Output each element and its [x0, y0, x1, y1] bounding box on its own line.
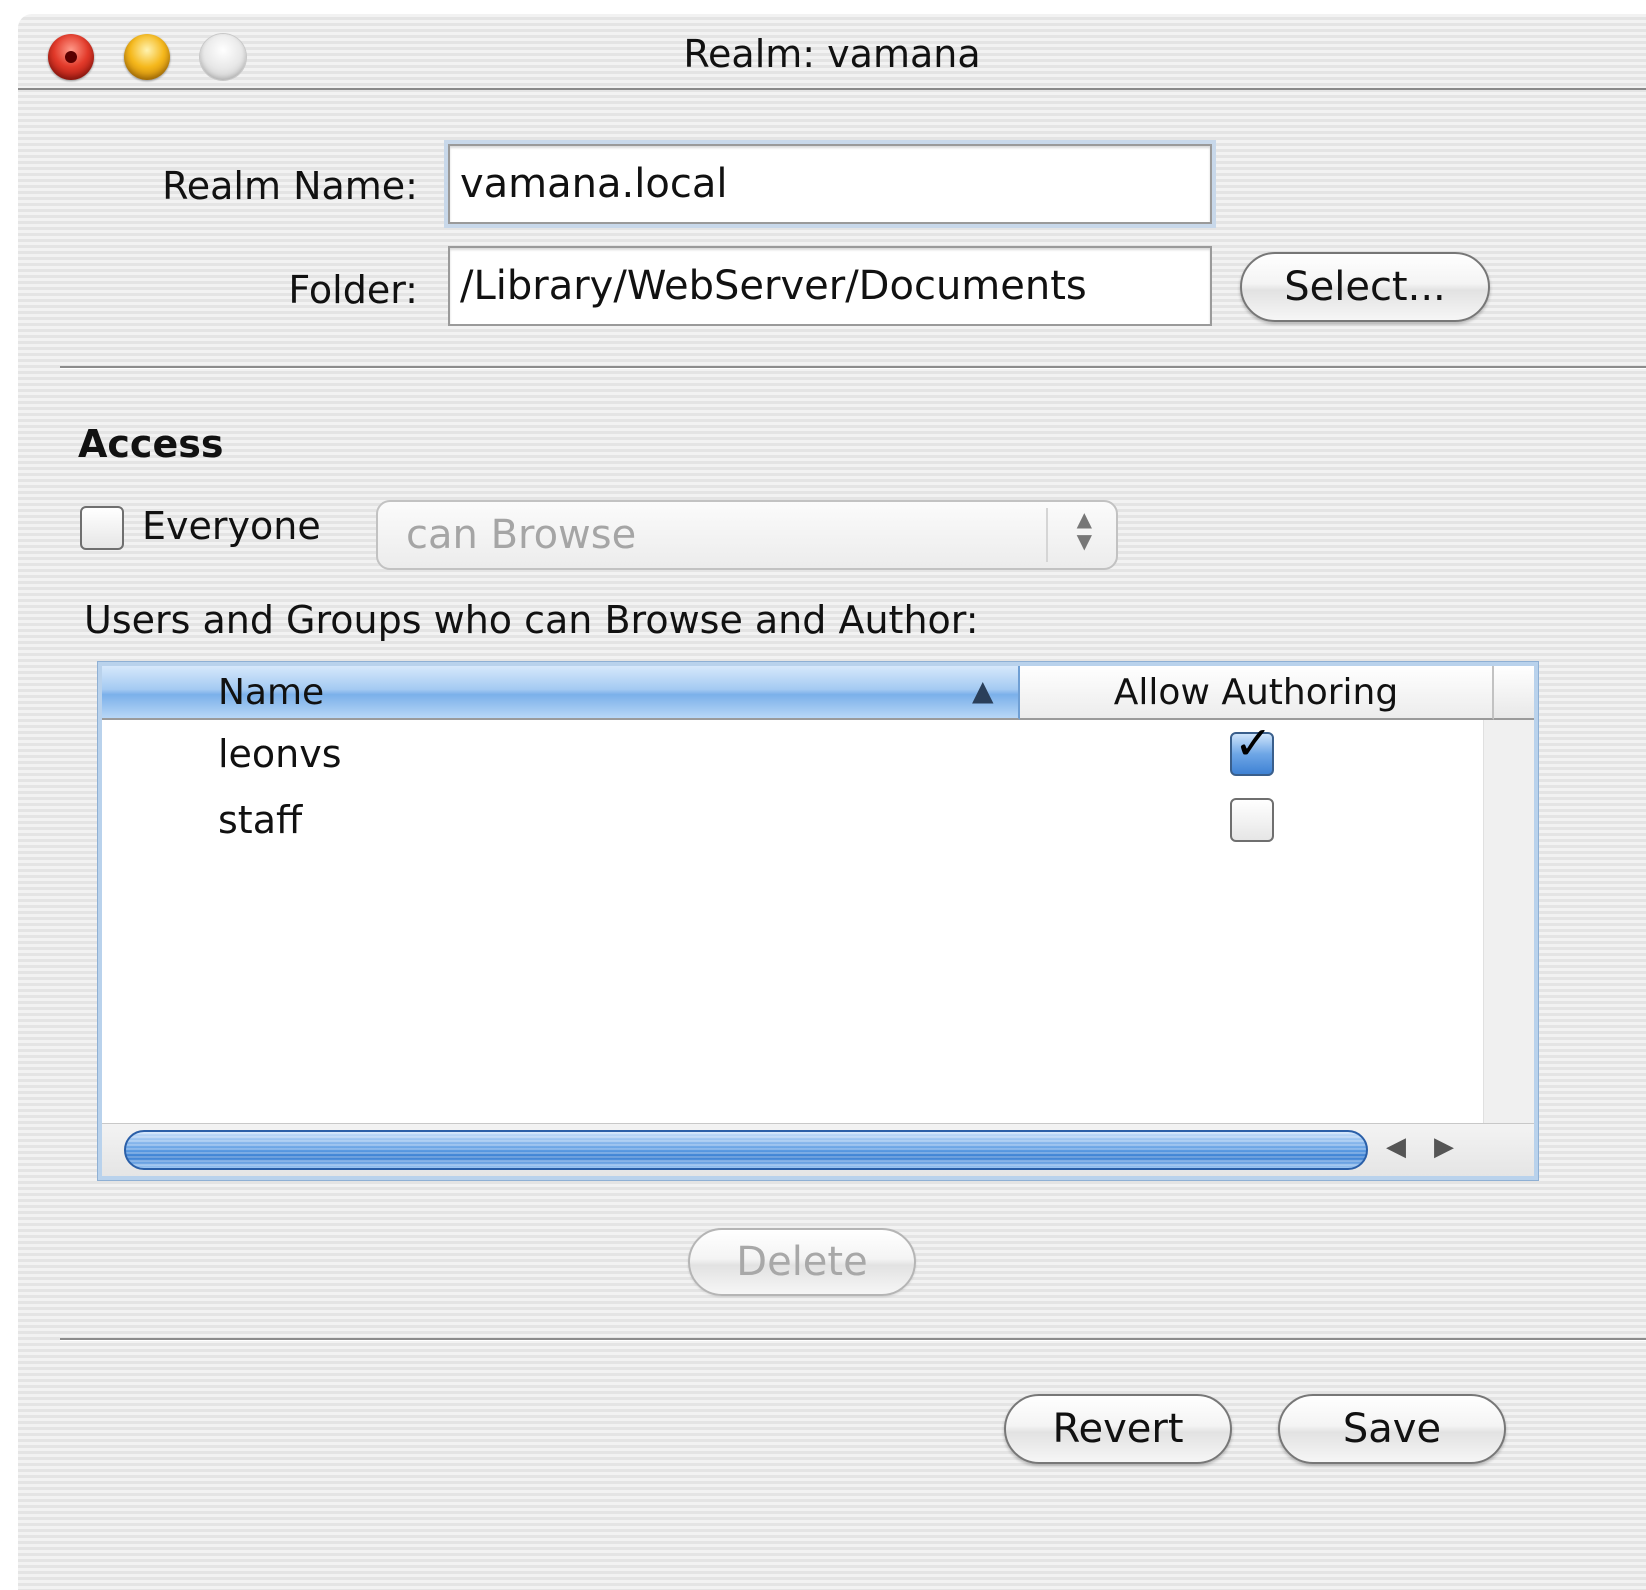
realm-name-label: Realm Name: [162, 164, 418, 208]
allow-authoring-checkbox[interactable]: ✓ [1230, 720, 1274, 776]
header-corner [1494, 666, 1534, 720]
folder-label: Folder: [288, 268, 418, 312]
row-name: staff [218, 798, 303, 842]
everyone-checkbox[interactable] [80, 506, 124, 550]
title-bar[interactable]: Realm: vamana [18, 14, 1646, 90]
realm-name-field[interactable]: vamana.local [444, 140, 1216, 228]
scroll-right-icon[interactable]: ▶ [1434, 1132, 1454, 1162]
row-name: leonvs [218, 732, 342, 776]
everyone-label: Everyone [142, 504, 321, 548]
select-folder-button[interactable]: Select... [1240, 252, 1490, 322]
revert-button[interactable]: Revert [1004, 1394, 1232, 1464]
save-button[interactable]: Save [1278, 1394, 1506, 1464]
permission-popup[interactable]: can Browse ▲ ▼ [376, 500, 1118, 570]
allow-authoring-checkbox[interactable] [1230, 798, 1274, 842]
column-header-allow-authoring[interactable]: Allow Authoring [1020, 666, 1494, 720]
vertical-scroll-track [1483, 720, 1534, 1124]
column-header-name[interactable]: Name [102, 666, 1020, 720]
users-caption: Users and Groups who can Browse and Auth… [84, 598, 979, 642]
delete-button[interactable]: Delete [688, 1228, 916, 1296]
up-down-arrows-icon: ▲ ▼ [1076, 507, 1092, 553]
folder-field[interactable]: /Library/WebServer/Documents [448, 246, 1212, 326]
horizontal-scroll-thumb[interactable] [124, 1130, 1368, 1170]
horizontal-scrollbar[interactable]: ◀ ▶ [102, 1123, 1534, 1176]
sort-ascending-icon: ▲ [972, 674, 994, 707]
column-header-allow-label: Allow Authoring [1113, 671, 1399, 713]
realm-window: Realm: vamana Realm Name: vamana.local F… [18, 14, 1646, 1590]
users-table[interactable]: Name ▲ Allow Authoring leonvs ✓ staff ◀ … [98, 662, 1538, 1180]
table-row[interactable]: staff [102, 790, 1482, 854]
separator-top [60, 366, 1646, 369]
window-title: Realm: vamana [683, 32, 981, 76]
checkmark-icon: ✓ [1234, 716, 1273, 770]
access-heading: Access [78, 422, 224, 466]
table-row[interactable]: leonvs ✓ [102, 720, 1482, 788]
column-header-name-label: Name [218, 671, 325, 713]
popup-divider [1046, 508, 1048, 562]
permission-popup-value: can Browse [406, 512, 637, 558]
scroll-left-icon[interactable]: ◀ [1386, 1132, 1406, 1162]
separator-bottom [60, 1338, 1646, 1341]
